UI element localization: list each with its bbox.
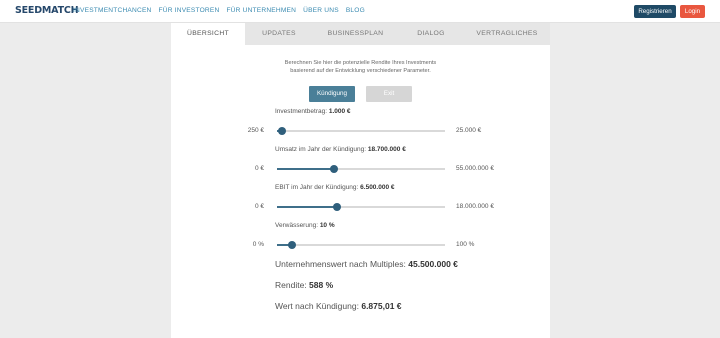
kuendigung-button[interactable]: Kündigung: [309, 86, 355, 102]
ebit-max: 18.000.000 €: [456, 203, 494, 210]
investment-slider[interactable]: [277, 127, 445, 135]
verwaesserung-max: 100 %: [456, 241, 475, 248]
ebit-min: 0 €: [254, 203, 264, 210]
umsatz-min: 0 €: [254, 165, 264, 172]
tab-businessplan[interactable]: BUSINESSPLAN: [313, 23, 398, 45]
top-navigation-bar: SEEDMATCH INVESTMENTCHANCEN FÜR INVESTOR…: [0, 0, 720, 23]
umsatz-label-text: Umsatz im Jahr der Kündigung:: [275, 146, 367, 153]
intro-line-1: Berechnen Sie hier die potenzielle Rendi…: [284, 60, 437, 66]
wert-nach-kuendigung-value: 6.875,01 €: [361, 301, 402, 311]
ebit-value: 6.500.000 €: [360, 184, 395, 191]
verwaesserung-min: 0 %: [252, 241, 264, 248]
umsatz-label: Umsatz im Jahr der Kündigung: 18.700.000…: [275, 146, 406, 153]
verwaesserung-slider[interactable]: [277, 241, 445, 249]
unternehmenswert-label: Unternehmenswert nach Multiples:: [275, 259, 406, 269]
nav-fuer-unternehmen[interactable]: FÜR UNTERNEHMEN: [226, 7, 296, 14]
unternehmenswert-value: 45.500.000 €: [408, 259, 458, 269]
calculator-panel: [171, 45, 550, 338]
tab-bar: ÜBERSICHT UPDATES BUSINESSPLAN DIALOG VE…: [171, 23, 550, 45]
tab-vertragliches[interactable]: VERTRAGLICHES: [464, 23, 550, 45]
calculator-intro: Berechnen Sie hier die potenzielle Rendi…: [171, 59, 550, 75]
unternehmenswert-result: Unternehmenswert nach Multiples: 45.500.…: [275, 259, 458, 269]
ebit-label-text: EBIT im Jahr der Kündigung:: [275, 184, 359, 191]
seedmatch-logo[interactable]: SEEDMATCH: [15, 5, 79, 16]
umsatz-max: 55.000.000 €: [456, 165, 494, 172]
umsatz-slider-fill: [277, 168, 335, 170]
ebit-slider-fill: [277, 206, 338, 208]
nav-ueber-uns[interactable]: ÜBER UNS: [303, 7, 339, 14]
umsatz-slider[interactable]: [277, 165, 445, 173]
register-button[interactable]: Registrieren: [634, 5, 676, 18]
login-button[interactable]: Login: [680, 5, 705, 18]
exit-button[interactable]: Exit: [366, 86, 412, 102]
intro-line-2: basierend auf der Entwicklung verschiede…: [290, 68, 431, 74]
investment-label: Investmentbetrag: 1.000 €: [275, 108, 351, 115]
tab-updates[interactable]: UPDATES: [245, 23, 313, 45]
ebit-slider[interactable]: [277, 203, 445, 211]
investment-min: 250 €: [247, 127, 264, 134]
investment-slider-handle[interactable]: [278, 127, 287, 135]
wert-nach-kuendigung-result: Wert nach Kündigung: 6.875,01 €: [275, 301, 402, 311]
rendite-label: Rendite:: [275, 280, 307, 290]
rendite-result: Rendite: 588 %: [275, 280, 333, 290]
verwaesserung-label: Verwässerung: 10 %: [275, 222, 335, 229]
nav-blog[interactable]: BLOG: [346, 7, 365, 14]
rendite-value: 588 %: [309, 280, 334, 290]
wert-nach-kuendigung-label: Wert nach Kündigung:: [275, 301, 359, 311]
investment-value: 1.000 €: [328, 108, 351, 115]
verwaesserung-value: 10 %: [319, 222, 335, 229]
investment-max: 25.000 €: [456, 127, 482, 134]
verwaesserung-label-text: Verwässerung:: [275, 222, 318, 229]
nav-investmentchancen[interactable]: INVESTMENTCHANCEN: [73, 7, 152, 14]
main-nav: INVESTMENTCHANCEN FÜR INVESTOREN FÜR UNT…: [73, 7, 365, 14]
ebit-label: EBIT im Jahr der Kündigung: 6.500.000 €: [275, 184, 395, 191]
umsatz-value: 18.700.000 €: [367, 146, 406, 153]
investment-label-text: Investmentbetrag:: [275, 108, 328, 115]
tab-dialog[interactable]: DIALOG: [398, 23, 464, 45]
nav-fuer-investoren[interactable]: FÜR INVESTOREN: [159, 7, 220, 14]
tab-uebersicht[interactable]: ÜBERSICHT: [171, 23, 245, 45]
